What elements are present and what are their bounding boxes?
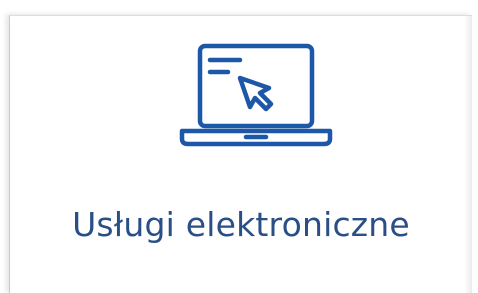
screenshot-canvas: Usługi elektroniczne: [0, 0, 478, 293]
laptop-cursor-icon: [176, 40, 336, 160]
electronic-services-tile[interactable]: Usługi elektroniczne: [9, 15, 472, 293]
tile-label: Usługi elektroniczne: [72, 205, 410, 244]
tile-edge-shadow: [464, 16, 472, 293]
